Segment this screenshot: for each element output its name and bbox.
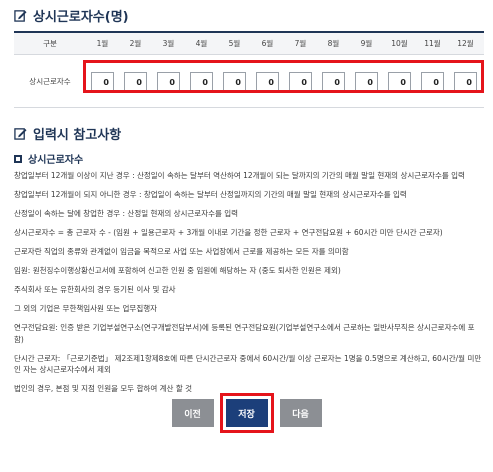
header-month: 2월 [129,39,142,48]
save-button[interactable]: 저장 [225,399,268,427]
month-10-input[interactable] [388,71,411,93]
bullet-icon [14,154,22,163]
save-highlight-frame: 저장 [219,393,274,433]
note-line: 주식회사 또는 유한회사의 경우 등기된 이사 및 감사 [14,285,176,294]
header-category: 구분 [43,39,57,48]
header-month: 3월 [162,39,175,48]
note-line: 창업일부터 12개월 이상이 지난 경우 : 산정일이 속하는 달부터 역산하여… [14,171,465,180]
notes-list: 창업일부터 12개월 이상이 지난 경우 : 산정일이 속하는 달부터 역산하여… [14,170,484,402]
header-month: 7월 [294,39,307,48]
note-line: 산정일이 속하는 달에 창업한 경우 : 산정일 현재의 상시근로자수를 입력 [14,209,239,218]
section-title-notes: 입력시 참고사항 [14,124,121,143]
table-header-row: 구분 1월 2월 3월 4월 5월 6월 7월 8월 9월 10월 11월 12… [14,33,484,55]
header-month: 12월 [457,39,474,48]
month-3-input[interactable] [157,71,180,93]
header-month: 11월 [424,39,441,48]
section-title-employees: 상시근로자수(명) [14,6,129,25]
notes-subhead-text: 상시근로자수 [28,155,84,166]
note-line: 창업일부터 12개월이 되지 아니한 경우 : 창업일이 속하는 달부터 산정일… [14,190,407,199]
note-line: 단시간 근로자: 「근로기준법」 제2조제1항제8호에 따른 단시간근로자 중에… [14,353,482,375]
action-bar: 이전 저장 다음 [0,393,493,433]
month-11-input[interactable] [421,71,444,93]
header-month: 1월 [96,39,109,48]
note-line: 근로자란 직업의 종류와 관계없이 임금을 목적으로 사업 또는 사업장에서 근… [14,247,349,256]
note-line: 임원: 원천징수이행상황신고서에 포함하여 신고한 인원 중 임원에 해당하는 … [14,266,341,275]
section-title-text: 상시근로자수(명) [33,10,129,25]
month-12-input[interactable] [454,71,477,93]
month-1-input[interactable] [91,71,114,93]
edit-icon [14,128,27,140]
row-label: 상시근로자수 [29,76,71,86]
prev-button[interactable]: 이전 [171,399,214,427]
next-button[interactable]: 다음 [279,399,322,427]
month-4-input[interactable] [190,71,213,93]
header-month: 5월 [228,39,241,48]
month-6-input[interactable] [256,71,279,93]
header-month: 10월 [391,39,408,48]
table-row: 상시근로자수 [14,55,484,108]
month-7-input[interactable] [289,71,312,93]
section-title-text: 입력시 참고사항 [33,128,122,143]
note-line: 연구전담요원: 인증 받은 기업부설연구소(연구개발전담부서)에 등록된 연구전… [14,323,475,344]
month-9-input[interactable] [355,71,378,93]
employee-count-table: 구분 1월 2월 3월 4월 5월 6월 7월 8월 9월 10월 11월 12… [14,31,484,108]
header-month: 8월 [327,39,340,48]
header-month: 6월 [261,39,274,48]
note-line: 그 외의 기업은 무한책임사원 또는 업무집행자 [14,304,158,313]
header-month: 4월 [195,39,208,48]
note-line: 상시근로자수 = 총 근로자 수 - (임원 + 일용근로자 + 3개월 이내로… [14,228,443,237]
month-5-input[interactable] [223,71,246,93]
month-8-input[interactable] [322,71,345,93]
edit-icon [14,10,27,22]
header-month: 9월 [360,39,373,48]
notes-subhead: 상시근로자수 [14,151,83,166]
month-2-input[interactable] [124,71,147,93]
